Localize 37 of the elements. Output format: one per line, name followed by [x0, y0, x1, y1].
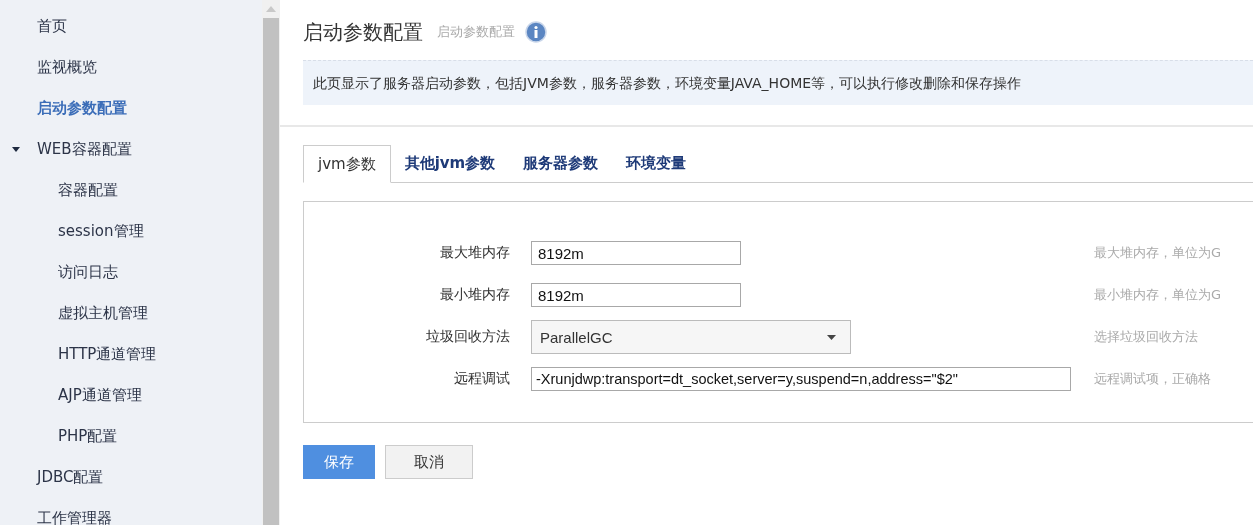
field-hint: 远程调试项，正确格: [1094, 370, 1211, 388]
field-label: 最大堆内存: [439, 244, 510, 262]
info-banner: 此页显示了服务器启动参数，包括JVM参数，服务器参数，环境变量JAVA_HOME等，可以执行修改删除和保存操作: [303, 60, 1253, 105]
sidebar-item[interactable]: JDBC配置: [37, 468, 104, 487]
page-subtitle: 启动参数配置: [437, 23, 515, 41]
info-icon[interactable]: [525, 21, 547, 43]
field-label: 远程调试: [453, 370, 510, 388]
scrollbar[interactable]: [262, 0, 280, 525]
tab[interactable]: jvm参数: [303, 145, 391, 183]
select-dropdown[interactable]: ParallelGC: [531, 320, 851, 354]
sidebar-item[interactable]: PHP配置: [58, 427, 118, 446]
tab[interactable]: 环境变量: [612, 145, 701, 182]
sidebar-item[interactable]: 首页: [37, 17, 67, 36]
input-field[interactable]: 8192m: [531, 241, 741, 265]
tab[interactable]: 服务器参数: [509, 145, 613, 182]
field-hint: 最小堆内存，单位为G: [1094, 286, 1222, 304]
sidebar-item[interactable]: 工作管理器: [37, 509, 112, 525]
caret-icon: [827, 334, 836, 340]
field-label: 最小堆内存: [439, 286, 510, 304]
sidebar-item[interactable]: HTTP通道管理: [58, 345, 157, 364]
sidebar-item[interactable]: 监视概览: [37, 58, 97, 77]
sidebar-item[interactable]: 启动参数配置: [37, 99, 127, 118]
cancel-button[interactable]: 取消: [385, 445, 473, 479]
input-field[interactable]: -Xrunjdwp:transport=dt_socket,server=y,suspend=n,address="$2": [531, 367, 1071, 391]
caret-icon[interactable]: [12, 147, 20, 152]
tab[interactable]: 其他jvm参数: [390, 145, 510, 182]
sidebar-item[interactable]: 容器配置: [58, 181, 118, 200]
sidebar-item[interactable]: session管理: [58, 222, 144, 241]
field-hint: 选择垃圾回收方法: [1094, 328, 1198, 346]
input-field[interactable]: 8192m: [531, 283, 741, 307]
sidebar-item[interactable]: 虚拟主机管理: [58, 304, 148, 323]
field-label: 垃圾回收方法: [425, 328, 510, 346]
field-hint: 最大堆内存，单位为G: [1094, 244, 1222, 262]
sidebar-item[interactable]: AJP通道管理: [58, 386, 142, 405]
page-title: 启动参数配置: [303, 18, 423, 46]
sidebar-item[interactable]: WEB容器配置: [37, 140, 132, 159]
sidebar-item[interactable]: 访问日志: [58, 263, 118, 282]
